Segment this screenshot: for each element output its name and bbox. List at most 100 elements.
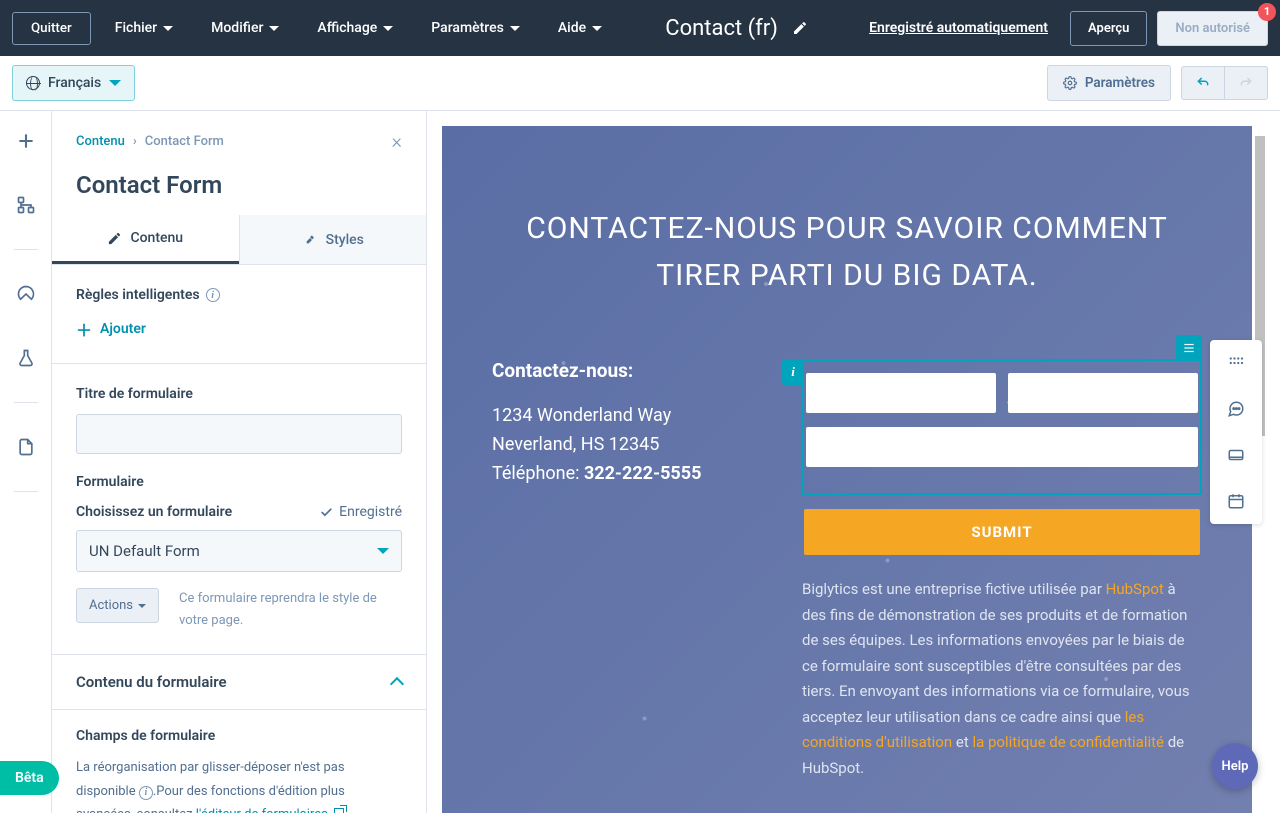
form-config-panel: Titre de formulaire Formulaire Choisisse… — [52, 364, 426, 655]
close-panel-icon[interactable]: × — [392, 129, 402, 153]
form-fields-header: Champs de formulaire — [76, 728, 402, 744]
tab-styles[interactable]: Styles — [239, 215, 427, 264]
right-dock — [1210, 340, 1262, 524]
pencil-icon — [107, 231, 122, 246]
check-icon — [320, 506, 333, 519]
phone-line: Téléphone: 322-222-5555 — [492, 460, 782, 487]
comment-icon[interactable] — [1227, 400, 1245, 418]
undo-redo-group — [1181, 66, 1268, 100]
form-title-input[interactable] — [76, 414, 402, 454]
hubspot-link[interactable]: HubSpot — [1106, 580, 1164, 598]
gauge-icon[interactable] — [16, 284, 36, 304]
tool-row: Français Paramètres — [0, 56, 1280, 111]
form-select-value: UN Default Form — [89, 542, 200, 560]
actions-button[interactable]: Actions — [76, 588, 159, 623]
grid-icon[interactable] — [1227, 354, 1245, 372]
chevron-down-icon — [269, 26, 279, 31]
chevron-down-icon — [138, 604, 146, 608]
breadcrumb-root[interactable]: Contenu — [76, 134, 125, 149]
language-select[interactable]: Français — [12, 65, 135, 101]
settings-button[interactable]: Paramètres — [1047, 65, 1171, 101]
tab-content[interactable]: Contenu — [52, 215, 239, 264]
breadcrumb-current: Contact Form — [145, 134, 224, 149]
info-icon[interactable]: i — [206, 288, 220, 302]
form-section-label: Formulaire — [76, 474, 402, 490]
menu-file[interactable]: Fichier — [101, 10, 187, 46]
form-field-lastname[interactable] — [1008, 373, 1198, 413]
flask-icon[interactable] — [16, 348, 36, 368]
form-editor-link[interactable]: l'éditeur de formulaires — [196, 807, 344, 813]
help-button[interactable]: Help — [1212, 743, 1258, 789]
breadcrumb: Contenu › Contact Form × — [76, 129, 402, 153]
chevron-down-icon — [163, 26, 173, 31]
menu-label: Aide — [558, 20, 586, 36]
preview-button[interactable]: Aperçu — [1070, 11, 1147, 46]
submit-button[interactable]: SUBMIT — [804, 509, 1200, 555]
file-icon[interactable] — [16, 437, 36, 457]
calendar-icon[interactable] — [1227, 492, 1245, 510]
menu-settings[interactable]: Paramètres — [417, 10, 534, 46]
module-info-badge-icon[interactable]: i — [782, 359, 804, 385]
actions-label: Actions — [89, 598, 133, 613]
menu-help[interactable]: Aide — [544, 10, 616, 46]
exit-button[interactable]: Quitter — [12, 12, 91, 45]
menu-edit[interactable]: Modifier — [197, 10, 293, 46]
brush-icon — [302, 232, 318, 248]
edit-title-icon[interactable] — [792, 20, 808, 36]
menu-label: Affichage — [317, 20, 377, 36]
menu-label: Fichier — [115, 20, 157, 36]
menu-view[interactable]: Affichage — [303, 10, 407, 46]
page-title: Contact (fr) — [665, 16, 808, 41]
chevron-down-icon — [377, 548, 389, 554]
gear-icon — [1063, 76, 1077, 90]
chevron-up-icon — [390, 677, 404, 691]
addr-line2: Neverland, HS 12345 — [492, 431, 782, 458]
plus-icon: ＋ — [76, 317, 92, 341]
contact-heading: Contactez-nous: — [492, 359, 782, 382]
addr-line1: 1234 Wonderland Way — [492, 402, 782, 429]
form-fields-panel: Champs de formulaire La réorganisation p… — [52, 710, 426, 813]
chevron-right-icon: › — [133, 134, 137, 149]
add-rule-label: Ajouter — [100, 321, 146, 337]
notification-badge: 1 — [1258, 3, 1276, 21]
form-field-firstname[interactable] — [806, 373, 996, 413]
beta-badge[interactable]: Bêta — [0, 761, 59, 795]
chevron-down-icon — [510, 26, 520, 31]
canvas: CONTACTEZ-NOUS POUR SAVOIR COMMENT TIRER… — [427, 111, 1280, 813]
info-icon[interactable]: i — [139, 786, 153, 800]
autosave-link[interactable]: Enregistré automatiquement — [869, 20, 1048, 36]
form-select[interactable]: UN Default Form — [76, 530, 402, 572]
form-fields-desc: La réorganisation par glisser-déposer n'… — [76, 756, 402, 813]
selected-form-module[interactable]: i — [802, 359, 1202, 495]
add-rule-button[interactable]: ＋ Ajouter — [76, 317, 402, 341]
accordion-title: Contenu du formulaire — [76, 673, 227, 691]
module-list-badge-icon[interactable] — [1176, 335, 1202, 361]
hero-section: CONTACTEZ-NOUS POUR SAVOIR COMMENT TIRER… — [442, 126, 1252, 813]
hero-heading: CONTACTEZ-NOUS POUR SAVOIR COMMENT TIRER… — [492, 206, 1202, 299]
phone-number: 322-222-5555 — [584, 463, 701, 484]
page-title-text: Contact (fr) — [665, 16, 778, 41]
contact-info-block: Contactez-nous: 1234 Wonderland Way Neve… — [492, 359, 782, 781]
sidebar: Contenu › Contact Form × Contact Form Co… — [52, 111, 427, 813]
unauthorized-button[interactable]: Non autorisé 1 — [1157, 11, 1268, 46]
settings-label: Paramètres — [1085, 75, 1155, 91]
language-label: Français — [48, 75, 101, 91]
chevron-down-icon — [383, 26, 393, 31]
device-icon[interactable] — [1227, 446, 1245, 464]
add-icon[interactable] — [16, 131, 36, 151]
chevron-down-icon — [592, 26, 602, 31]
form-style-note: Ce formulaire reprendra le style de votr… — [179, 588, 402, 632]
form-content-accordion[interactable]: Contenu du formulaire — [52, 655, 426, 710]
privacy-link[interactable]: la politique de confidentialité — [972, 733, 1164, 751]
top-nav: Quitter Fichier Modifier Affichage Param… — [0, 0, 1280, 56]
left-rail — [0, 111, 52, 813]
tab-styles-label: Styles — [326, 232, 364, 248]
redo-button[interactable] — [1224, 67, 1267, 99]
main-layout: Contenu › Contact Form × Contact Form Co… — [0, 111, 1280, 813]
tree-icon[interactable] — [16, 195, 36, 215]
saved-indicator: Enregistré — [320, 504, 402, 520]
form-field-email[interactable] — [806, 427, 1198, 467]
globe-icon — [26, 76, 40, 90]
external-link-icon — [334, 808, 344, 813]
undo-button[interactable] — [1182, 67, 1224, 99]
